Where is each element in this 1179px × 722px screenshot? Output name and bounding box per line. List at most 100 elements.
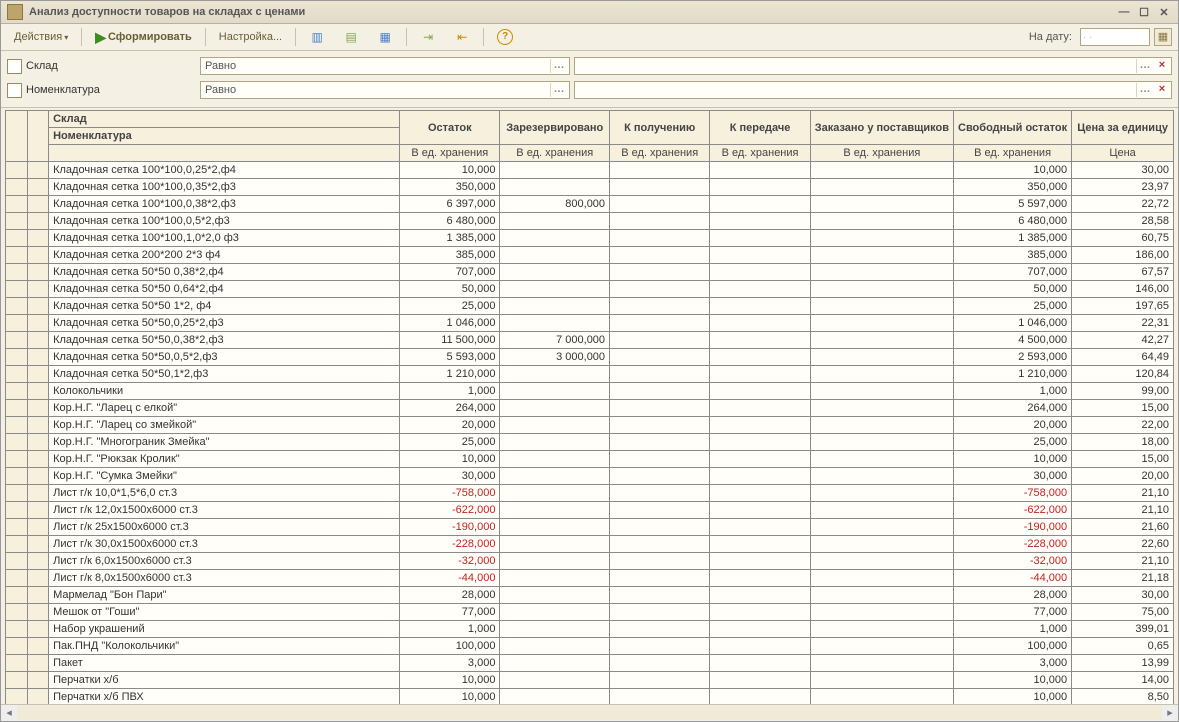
cell-balance: 350,000 xyxy=(400,179,500,196)
cell-reserved xyxy=(500,519,610,536)
ellipsis-icon[interactable]: … xyxy=(1136,83,1153,97)
cell-reserved xyxy=(500,298,610,315)
import-icon[interactable]: ⇤ xyxy=(447,26,477,48)
warehouse-filter-value[interactable]: …× xyxy=(574,57,1172,75)
table-row[interactable]: Набор украшений1,0001,000399,01 xyxy=(6,621,1174,638)
table-row[interactable]: Пак.ПНД "Колокольчики"100,000100,0000,65 xyxy=(6,638,1174,655)
warehouse-filter-op[interactable]: Равно… xyxy=(200,57,570,75)
warehouse-filter-checkbox[interactable] xyxy=(7,59,22,74)
table-row[interactable]: Кладочная сетка 200*200 2*3 ф4385,000385… xyxy=(6,247,1174,264)
table-row[interactable]: Кор.Н.Г. "Ларец с елкой"264,000264,00015… xyxy=(6,400,1174,417)
nomenclature-filter-value[interactable]: …× xyxy=(574,81,1172,99)
cell-reserved xyxy=(500,570,610,587)
table-row[interactable]: Лист г/к 8,0х1500х6000 ст.3-44,000-44,00… xyxy=(6,570,1174,587)
cell-ordered xyxy=(810,383,953,400)
table-row[interactable]: Кладочная сетка 50*50 1*2, ф425,00025,00… xyxy=(6,298,1174,315)
cell-price: 22,31 xyxy=(1072,315,1174,332)
table-row[interactable]: Кладочная сетка 50*50,0,38*2,ф311 500,00… xyxy=(6,332,1174,349)
table-row[interactable]: Кор.Н.Г. "Многограник Змейка"25,00025,00… xyxy=(6,434,1174,451)
table-row[interactable]: Кладочная сетка 50*50 0,64*2,ф450,00050,… xyxy=(6,281,1174,298)
cell-ordered xyxy=(810,247,953,264)
cell-transfer xyxy=(710,519,810,536)
export-icon[interactable]: ⇥ xyxy=(413,26,443,48)
table-row[interactable]: Кладочная сетка 50*50,0,25*2,ф31 046,000… xyxy=(6,315,1174,332)
cell-ordered xyxy=(810,621,953,638)
cell-name: Кладочная сетка 200*200 2*3 ф4 xyxy=(49,247,400,264)
cell-ordered xyxy=(810,536,953,553)
cell-free: 30,000 xyxy=(954,468,1072,485)
actions-menu[interactable]: Действия▾ xyxy=(7,28,75,46)
table-row[interactable]: Лист г/к 12,0х1500х6000 ст.3-622,000-622… xyxy=(6,502,1174,519)
table-row[interactable]: Кладочная сетка 50*50,1*2,ф31 210,0001 2… xyxy=(6,366,1174,383)
cell-price: 22,72 xyxy=(1072,196,1174,213)
cell-receive xyxy=(610,213,710,230)
cell-ordered xyxy=(810,315,953,332)
grid-icon[interactable]: ▦ xyxy=(370,26,400,48)
table-row[interactable]: Кладочная сетка 100*100,0,5*2,ф36 480,00… xyxy=(6,213,1174,230)
scroll-right-icon[interactable]: ▸ xyxy=(1162,706,1178,720)
cell-free: 77,000 xyxy=(954,604,1072,621)
panel-icon[interactable]: ▤ xyxy=(336,26,366,48)
table-row[interactable]: Кор.Н.Г. "Рюкзак Кролик"10,00010,00015,0… xyxy=(6,451,1174,468)
cell-ordered xyxy=(810,434,953,451)
cell-price: 22,60 xyxy=(1072,536,1174,553)
table-row[interactable]: Кладочная сетка 100*100,1,0*2,0 ф31 385,… xyxy=(6,230,1174,247)
nomenclature-filter-checkbox[interactable] xyxy=(7,83,22,98)
table-row[interactable]: Перчатки х/б10,00010,00014,00 xyxy=(6,672,1174,689)
table-row[interactable]: Лист г/к 6,0х1500х6000 ст.3-32,000-32,00… xyxy=(6,553,1174,570)
cell-balance: 1 385,000 xyxy=(400,230,500,247)
scroll-left-icon[interactable]: ◂ xyxy=(1,706,17,720)
help-button[interactable]: ? xyxy=(490,26,520,48)
ellipsis-icon[interactable]: … xyxy=(1136,59,1153,73)
clear-icon[interactable]: × xyxy=(1155,59,1169,73)
minimize-button[interactable]: — xyxy=(1116,5,1132,19)
cell-ordered xyxy=(810,519,953,536)
cell-free: 350,000 xyxy=(954,179,1072,196)
cell-price: 20,00 xyxy=(1072,468,1174,485)
table-row[interactable]: Кладочная сетка 50*50,0,5*2,ф35 593,0003… xyxy=(6,349,1174,366)
horizontal-scrollbar[interactable]: ◂ ▸ xyxy=(1,704,1178,721)
table-row[interactable]: Кор.Н.Г. "Сумка Змейки"30,00030,00020,00 xyxy=(6,468,1174,485)
table-row[interactable]: Пакет3,0003,00013,99 xyxy=(6,655,1174,672)
cell-receive xyxy=(610,332,710,349)
chart-icon[interactable]: ▥ xyxy=(302,26,332,48)
table-row[interactable]: Кладочная сетка 50*50 0,38*2,ф4707,00070… xyxy=(6,264,1174,281)
table-row[interactable]: Лист г/к 25х1500х6000 ст.3-190,000-190,0… xyxy=(6,519,1174,536)
cell-reserved xyxy=(500,604,610,621)
ellipsis-icon[interactable]: … xyxy=(550,83,567,97)
table-row[interactable]: Перчатки х/б ПВХ10,00010,0008,50 xyxy=(6,689,1174,705)
cell-free: -622,000 xyxy=(954,502,1072,519)
date-input[interactable]: . . xyxy=(1080,28,1150,46)
report-area[interactable]: Склад Остаток Зарезервировано К получени… xyxy=(1,108,1178,704)
table-row[interactable]: Кладочная сетка 100*100,0,35*2,ф3350,000… xyxy=(6,179,1174,196)
cell-transfer xyxy=(710,655,810,672)
table-row[interactable]: Колокольчики1,0001,00099,00 xyxy=(6,383,1174,400)
form-report-button[interactable]: ▶Сформировать xyxy=(88,26,199,49)
cell-price: 42,27 xyxy=(1072,332,1174,349)
table-row[interactable]: Лист г/к 30,0х1500х6000 ст.3-228,000-228… xyxy=(6,536,1174,553)
cell-ordered xyxy=(810,451,953,468)
close-button[interactable]: ✕ xyxy=(1156,5,1172,19)
cell-price: 21,10 xyxy=(1072,553,1174,570)
maximize-button[interactable]: ☐ xyxy=(1136,5,1152,19)
table-row[interactable]: Мешок от "Гоши"77,00077,00075,00 xyxy=(6,604,1174,621)
table-row[interactable]: Лист г/к 10,0*1,5*6,0 ст.3-758,000-758,0… xyxy=(6,485,1174,502)
ellipsis-icon[interactable]: … xyxy=(550,59,567,73)
nomenclature-filter-op[interactable]: Равно… xyxy=(200,81,570,99)
clear-icon[interactable]: × xyxy=(1155,83,1169,97)
col-reserved: Зарезервировано xyxy=(500,111,610,145)
cell-price: 18,00 xyxy=(1072,434,1174,451)
cell-ordered xyxy=(810,485,953,502)
table-row[interactable]: Кладочная сетка 100*100,0,38*2,ф36 397,0… xyxy=(6,196,1174,213)
table-row[interactable]: Мармелад "Бон Пари"28,00028,00030,00 xyxy=(6,587,1174,604)
cell-free: 385,000 xyxy=(954,247,1072,264)
date-picker-button[interactable]: ▦ xyxy=(1154,28,1172,46)
cell-ordered xyxy=(810,349,953,366)
table-row[interactable]: Кор.Н.Г. "Ларец со змейкой"20,00020,0002… xyxy=(6,417,1174,434)
cell-name: Колокольчики xyxy=(49,383,400,400)
cell-ordered xyxy=(810,196,953,213)
table-row[interactable]: Кладочная сетка 100*100,0,25*2,ф410,0001… xyxy=(6,162,1174,179)
cell-price: 120,84 xyxy=(1072,366,1174,383)
cell-reserved xyxy=(500,485,610,502)
settings-button[interactable]: Настройка... xyxy=(212,28,289,46)
